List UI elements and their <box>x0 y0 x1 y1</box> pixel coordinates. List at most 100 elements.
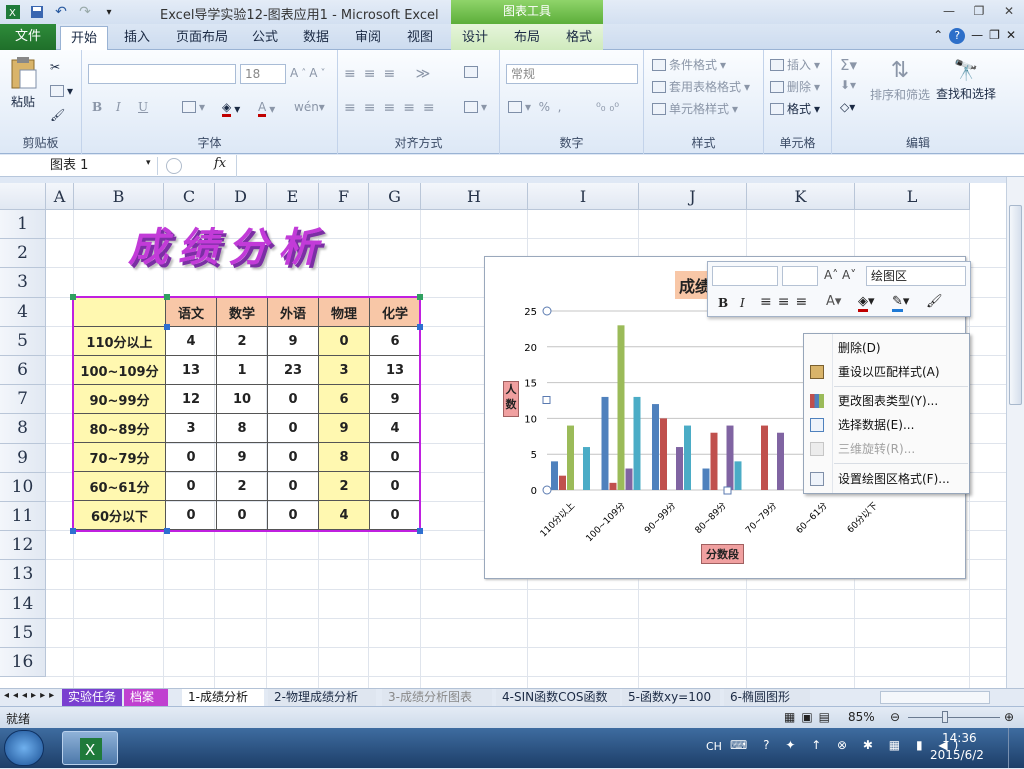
select-all-corner[interactable] <box>0 183 46 210</box>
zoom-level[interactable]: 85% <box>848 710 875 724</box>
row-header[interactable]: 9 <box>0 443 46 473</box>
redo-icon[interactable]: ↷ <box>76 3 94 21</box>
font-name-combo[interactable] <box>88 64 236 84</box>
tab-insert[interactable]: 插入 <box>115 26 159 50</box>
clear-icon[interactable]: ◇▾ <box>840 100 855 114</box>
mini-font-combo[interactable] <box>712 266 778 286</box>
sheet-tab[interactable]: 6-椭圆图形 <box>724 689 810 706</box>
save-icon[interactable] <box>28 3 46 21</box>
row-header[interactable]: 7 <box>0 385 46 415</box>
tab-design[interactable]: 设计 <box>455 26 495 50</box>
selection-handle[interactable] <box>417 324 423 330</box>
bold-button[interactable]: B <box>92 100 102 114</box>
font-size-combo[interactable]: 18 <box>240 64 286 84</box>
tab-home[interactable]: 开始 <box>60 26 108 51</box>
underline-button[interactable]: U <box>138 100 148 114</box>
menu-change-chart-type[interactable]: 更改图表类型(Y)... <box>804 389 969 413</box>
sheet-tab[interactable]: 4-SIN函数COS函数 <box>496 689 620 706</box>
row-header[interactable]: 16 <box>0 648 46 678</box>
mini-size-combo[interactable] <box>782 266 818 286</box>
row-header[interactable]: 12 <box>0 531 46 561</box>
sheet-tab[interactable]: 3-成绩分析图表 <box>382 689 492 706</box>
mini-element-combo[interactable]: 绘图区 <box>866 266 966 286</box>
number-format-combo[interactable]: 常规 <box>506 64 638 84</box>
currency-icon[interactable]: ▾ % , <box>508 100 562 114</box>
mini-italic-button[interactable]: I <box>740 296 745 310</box>
horizontal-align-icons[interactable]: ≡≡≡≡≡ <box>344 100 443 116</box>
vertical-align-icons[interactable]: ≡≡≡ ≫ <box>344 66 438 82</box>
row-header[interactable]: 6 <box>0 356 46 386</box>
tab-data[interactable]: 数据 <box>296 26 336 50</box>
name-box-dropdown-icon[interactable]: ▾ <box>146 158 151 168</box>
column-header[interactable]: E <box>267 183 319 210</box>
mini-font-color-icon[interactable]: A▾ <box>826 294 841 309</box>
border-icon[interactable]: ▾ <box>182 100 205 114</box>
zoom-in-icon[interactable]: ⊕ <box>1004 710 1014 724</box>
sort-filter-button[interactable]: ⇅ 排序和筛选 <box>868 58 932 103</box>
tab-review[interactable]: 审阅 <box>348 26 388 50</box>
tab-page-layout[interactable]: 页面布局 <box>170 26 234 50</box>
merge-center-icon[interactable]: ▾ <box>464 100 487 114</box>
grow-font-icon[interactable]: A ˄ A ˅ <box>290 66 325 80</box>
row-header[interactable]: 4 <box>0 297 46 327</box>
column-header[interactable]: H <box>421 183 528 210</box>
italic-button[interactable]: I <box>116 100 121 114</box>
close-icon[interactable]: ✕ <box>994 0 1024 22</box>
mini-align-icons[interactable]: ≡≡≡ <box>760 294 813 310</box>
workbook-close-icon[interactable]: ✕ <box>1006 28 1016 44</box>
conditional-format-button[interactable]: 条件格式 ▾ <box>652 56 726 73</box>
selection-handle[interactable] <box>70 294 76 300</box>
vertical-scrollbar[interactable] <box>1006 177 1024 688</box>
sheet-tab[interactable]: 档案 <box>124 689 168 706</box>
tab-layout[interactable]: 布局 <box>507 26 547 50</box>
mini-grow-font-icon[interactable]: A˄ A˅ <box>824 268 856 282</box>
copy-icon[interactable]: ▾ <box>50 84 73 98</box>
column-header[interactable]: L <box>855 183 970 210</box>
column-header[interactable]: C <box>164 183 215 210</box>
row-header[interactable]: 2 <box>0 239 46 269</box>
sheet-tab[interactable]: 实验任务 <box>62 689 123 706</box>
row-header[interactable]: 1 <box>0 210 46 240</box>
table-format-button[interactable]: 套用表格格式 ▾ <box>652 78 750 95</box>
row-header[interactable]: 5 <box>0 326 46 356</box>
selection-handle[interactable] <box>417 528 423 534</box>
menu-format-plot-area[interactable]: 设置绘图区格式(F)... <box>804 467 969 491</box>
taskbar-excel-button[interactable]: X <box>62 731 118 765</box>
mini-outline-icon[interactable]: ✎▾ <box>892 294 909 312</box>
minimize-icon[interactable]: — <box>934 0 964 22</box>
scroll-thumb[interactable] <box>1009 205 1022 405</box>
zoom-slider-thumb[interactable] <box>942 711 948 723</box>
row-header[interactable]: 11 <box>0 502 46 532</box>
restore-icon[interactable]: ❐ <box>964 0 994 22</box>
formula-input[interactable] <box>236 155 1006 177</box>
help-icon[interactable]: ? <box>949 28 966 44</box>
row-header[interactable]: 13 <box>0 560 46 590</box>
decimal-icon[interactable]: ⁰₀ ₀⁰ <box>596 100 619 114</box>
column-header[interactable]: A <box>46 183 74 210</box>
selection-handle[interactable] <box>70 528 76 534</box>
column-header[interactable]: F <box>319 183 369 210</box>
column-header[interactable]: D <box>215 183 267 210</box>
mini-format-painter-icon[interactable]: 🖌 <box>926 294 943 309</box>
view-mode-icons[interactable]: ▦▣▤ <box>784 710 836 724</box>
show-desktop-button[interactable] <box>1008 728 1024 768</box>
selection-handle[interactable] <box>417 294 423 300</box>
format-painter-icon[interactable]: 🖌 <box>50 108 65 122</box>
name-box[interactable]: 图表 1 <box>0 157 158 175</box>
phonetic-icon[interactable]: wén▾ <box>294 100 325 114</box>
excel-app-icon[interactable]: X <box>4 3 22 21</box>
zoom-out-icon[interactable]: ⊖ <box>890 710 900 724</box>
font-color-icon[interactable]: A ▾ <box>258 100 275 117</box>
selection-handle[interactable] <box>164 294 170 300</box>
cut-icon[interactable]: ✂ <box>50 60 60 74</box>
selection-handle[interactable] <box>164 324 170 330</box>
column-header[interactable]: J <box>639 183 747 210</box>
row-header[interactable]: 15 <box>0 618 46 648</box>
menu-select-data[interactable]: 选择数据(E)... <box>804 413 969 437</box>
column-header[interactable]: B <box>74 183 164 210</box>
fill-icon[interactable]: ⬇▾ <box>840 78 856 92</box>
minimize-ribbon-icon[interactable]: ⌃ <box>933 28 943 44</box>
sheet-tab[interactable]: 5-函数xy=100 <box>622 689 720 706</box>
workbook-restore-icon[interactable]: ❐ <box>989 28 1000 44</box>
tab-formulas[interactable]: 公式 <box>245 26 285 50</box>
